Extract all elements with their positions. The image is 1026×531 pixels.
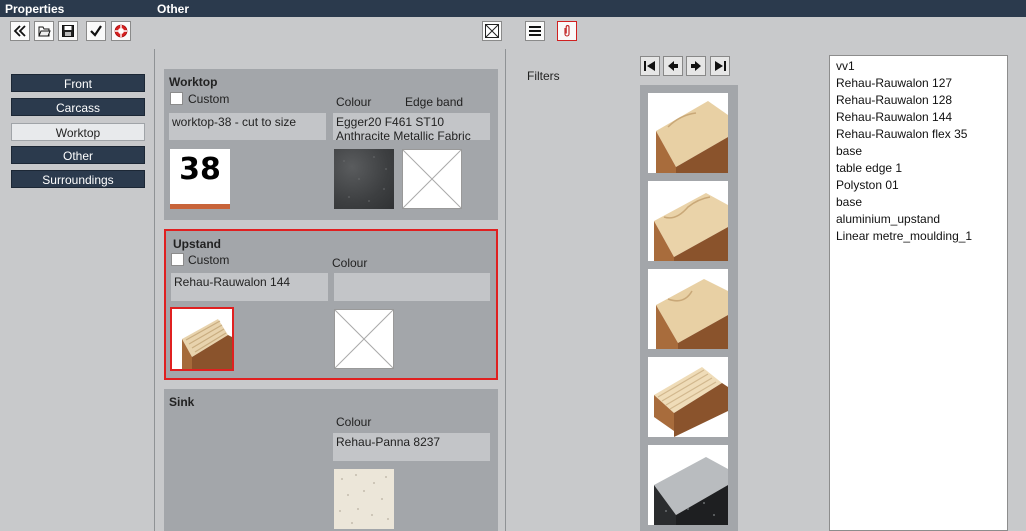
next-page-icon [691, 61, 701, 71]
save-button[interactable] [58, 21, 78, 41]
sink-colour-label: Colour [336, 415, 372, 429]
clear-button[interactable] [482, 21, 502, 41]
thickness-stripe [170, 204, 230, 209]
next-page-button[interactable] [686, 56, 706, 76]
worktop-custom-checkbox[interactable] [170, 92, 183, 105]
last-page-icon [715, 61, 726, 71]
profile-thumbnail[interactable] [648, 93, 728, 173]
list-item[interactable]: Rehau-Rauwalon 128 [836, 93, 952, 107]
list-item[interactable]: Rehau-Rauwalon 144 [836, 110, 952, 124]
list-item[interactable]: base [836, 195, 862, 209]
open-folder-icon [38, 26, 51, 37]
title-bar: Properties Other [0, 0, 1026, 17]
list-item[interactable]: Rehau-Rauwalon flex 35 [836, 127, 967, 141]
upstand-name-field[interactable]: Rehau-Rauwalon 144 [171, 273, 328, 301]
upstand-custom-checkbox[interactable] [171, 253, 184, 266]
worktop-colour-swatch[interactable] [334, 149, 394, 209]
left-divider [154, 49, 155, 531]
double-chevron-left-icon [13, 25, 26, 37]
sink-panel: Sink Colour Rehau-Panna 8237 [164, 389, 498, 531]
list-item[interactable]: table edge 1 [836, 161, 902, 175]
sidebar-item-surroundings[interactable]: Surroundings [11, 170, 145, 188]
list-item[interactable]: Rehau-Rauwalon 127 [836, 76, 952, 90]
worktop-thickness-swatch[interactable]: 38 [170, 149, 230, 209]
worktop-custom-label: Custom [188, 92, 230, 106]
list-item[interactable]: base [836, 144, 862, 158]
upstand-colour-field[interactable] [334, 273, 490, 301]
attach-button[interactable] [557, 21, 577, 41]
checkmark-icon [90, 25, 102, 37]
sidebar-item-worktop[interactable]: Worktop [11, 123, 145, 141]
upstand-title: Upstand [173, 237, 221, 251]
upstand-colour-empty[interactable] [334, 309, 394, 369]
worktop-title: Worktop [169, 75, 218, 89]
collapse-button[interactable] [10, 21, 30, 41]
help-button[interactable] [111, 21, 131, 41]
other-title: Other [157, 2, 190, 16]
thickness-badge: 38 [179, 152, 221, 187]
sidebar-item-carcass[interactable]: Carcass [11, 98, 145, 116]
upstand-custom-label: Custom [188, 253, 230, 267]
list-view-button[interactable] [525, 21, 545, 41]
profile-thumbnail[interactable] [648, 357, 728, 437]
open-button[interactable] [34, 21, 54, 41]
list-item[interactable]: vv1 [836, 59, 855, 73]
list-item[interactable]: Polyston 01 [836, 178, 899, 192]
previous-page-button[interactable] [663, 56, 683, 76]
crossed-box-icon [485, 24, 499, 38]
upstand-profile-swatch[interactable] [170, 307, 234, 371]
paperclip-icon [564, 25, 570, 37]
upstand-panel: Upstand Custom Colour Rehau-Rauwalon 144 [164, 229, 498, 380]
worktop-panel: Worktop Custom Colour Edge band worktop-… [164, 69, 498, 220]
apply-button[interactable] [86, 21, 106, 41]
worktop-edgeband-label: Edge band [405, 95, 464, 109]
sink-colour-swatch[interactable] [334, 469, 394, 529]
properties-title: Properties [5, 2, 65, 16]
sink-title: Sink [169, 395, 195, 409]
worktop-colour-label: Colour [336, 95, 372, 109]
profile-thumbnail-column [640, 85, 738, 531]
list-item[interactable]: Linear metre_moulding_1 [836, 229, 972, 243]
save-icon [62, 25, 74, 37]
worktop-colour-field[interactable]: Egger20 F461 ST10 Anthracite Metallic Fa… [333, 113, 490, 140]
first-page-icon [644, 61, 655, 71]
list-icon [529, 26, 541, 36]
sidebar-item-front[interactable]: Front [11, 74, 145, 92]
catalog-list[interactable]: vv1 Rehau-Rauwalon 127 Rehau-Rauwalon 12… [829, 55, 1008, 531]
lifebuoy-icon [114, 24, 128, 38]
list-item[interactable]: aluminium_upstand [836, 212, 940, 226]
filters-label: Filters [527, 69, 560, 83]
upstand-colour-label: Colour [332, 256, 368, 270]
right-divider [505, 49, 506, 531]
last-page-button[interactable] [710, 56, 730, 76]
sidebar-item-other[interactable]: Other [11, 146, 145, 164]
profile-thumbnail[interactable] [648, 445, 728, 525]
first-page-button[interactable] [640, 56, 660, 76]
sink-colour-field[interactable]: Rehau-Panna 8237 [333, 433, 490, 461]
worktop-name-field[interactable]: worktop-38 - cut to size [169, 113, 326, 140]
profile-thumbnail[interactable] [648, 269, 728, 349]
previous-page-icon [668, 61, 678, 71]
profile-thumbnail[interactable] [648, 181, 728, 261]
worktop-edgeband-empty[interactable] [402, 149, 462, 209]
